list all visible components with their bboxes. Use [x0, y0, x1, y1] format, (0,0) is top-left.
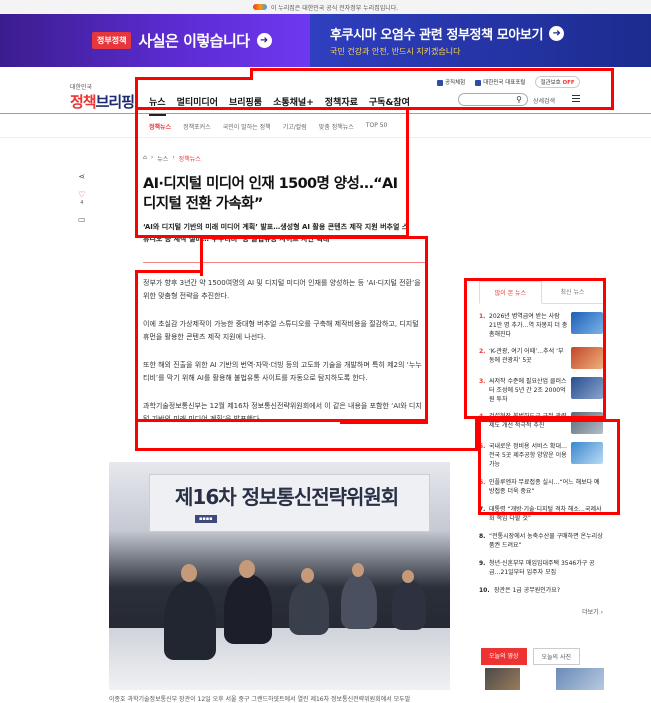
ad-right-title: 후쿠시마 오염수 관련 정부정책 모아보기	[330, 28, 544, 43]
logo-part-a: 정책	[70, 93, 97, 111]
list-item[interactable]: 9. 청년·신혼부부 매입임대주택 3546가구 공급…21일부터 입주자 모집	[479, 550, 603, 577]
comment-icon[interactable]: ▭	[78, 215, 86, 224]
list-item[interactable]: 8. “전통시장에서 농축수산물 구매하면 온누리상품권 드려요”	[479, 523, 603, 550]
person-face	[402, 570, 414, 583]
logo-part-b: 브리핑	[95, 93, 135, 111]
ad-badge: 정부정책	[92, 32, 132, 49]
person-figure	[224, 574, 272, 644]
arrow-right-icon: ➜	[549, 26, 565, 41]
site-logo[interactable]: 대한민국 정책브리핑	[70, 82, 135, 112]
ad-title: 사실은 이렇습니다	[138, 32, 250, 50]
person-figure	[164, 580, 216, 660]
media-tabs: 오늘의 영상 오늘의 사진	[481, 648, 581, 665]
ad-left[interactable]: 정부정책 사실은 이렇습니다 ➜	[0, 14, 310, 67]
highlight-outline	[135, 447, 478, 451]
photo-table	[109, 628, 450, 690]
share-icon[interactable]: ⋖	[78, 172, 85, 181]
logo-small: 대한민국	[70, 84, 93, 91]
person-figure	[289, 580, 329, 635]
list-item[interactable]: 10. 장관은 1급 공무원인가요?	[479, 577, 603, 595]
more-link[interactable]: 더보기 ›	[479, 607, 603, 616]
highlight-outline	[135, 418, 138, 450]
video-thumbnail[interactable]	[485, 668, 520, 690]
ad-right[interactable]: 후쿠시마 오염수 관련 정부정책 모아보기 ➜ 국민 건강과 안전, 반드시 지키…	[310, 14, 651, 67]
highlight-outline	[135, 108, 409, 238]
person-figure	[392, 580, 426, 630]
gov-notice-text: 이 누리집은 대한민국 공식 전자정부 누리집입니다.	[270, 4, 399, 12]
person-face	[181, 564, 197, 582]
highlight-outline	[464, 278, 606, 419]
tab-today-video[interactable]: 오늘의 영상	[481, 648, 527, 665]
highlight-outline	[478, 419, 620, 515]
gov-notice-strip: 이 누리집은 대한민국 공식 전자정부 누리집입니다.	[0, 0, 651, 14]
gov-mark-icon	[252, 4, 267, 10]
photo-caption: 이종호 과학기술정보통신부 장관이 12일 오후 서울 중구 그랜드하얏트에서 …	[109, 696, 411, 703]
person-face	[301, 568, 314, 583]
person-figure	[341, 574, 377, 629]
article-photo: 제16차 정보통신전략위원회 ▪▪▪▪	[109, 462, 450, 690]
photo-banner-title: 제16차 정보통신전략위원회	[175, 485, 399, 509]
video-thumbnail[interactable]	[556, 668, 604, 690]
side-tools: ⋖ ♡ 4 ▭	[78, 172, 86, 224]
heart-icon[interactable]: ♡	[78, 190, 85, 199]
highlight-outline	[200, 236, 428, 272]
ad-right-sub: 국민 건강과 안전, 반드시 지키겠습니다	[330, 47, 461, 56]
highlight-outline	[135, 272, 428, 422]
like-count: 4	[80, 200, 84, 206]
ad-banner[interactable]: 정부정책 사실은 이렇습니다 ➜ 후쿠시마 오염수 관련 정부정책 모아보기 ➜ …	[0, 14, 651, 67]
person-face	[352, 563, 364, 577]
arrow-right-icon: ➜	[256, 33, 272, 48]
person-face	[239, 560, 255, 578]
photo-banner-date: ▪▪▪▪	[195, 515, 217, 523]
highlight-outline	[340, 420, 428, 424]
tab-today-photo[interactable]: 오늘의 사진	[532, 648, 581, 665]
photo-backdrop: 제16차 정보통신전략위원회 ▪▪▪▪	[149, 474, 430, 532]
highlight-outline	[135, 77, 253, 83]
